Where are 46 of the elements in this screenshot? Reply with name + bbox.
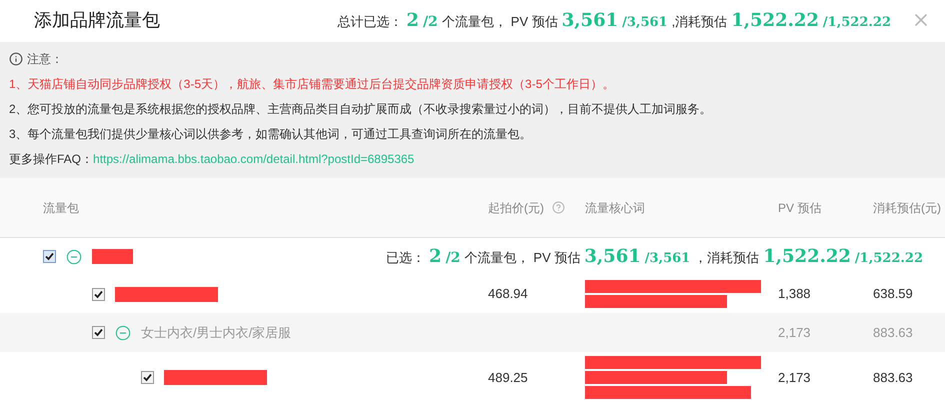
cost-cell-text: 638.59	[873, 285, 914, 304]
column-header: 流量核心词	[585, 200, 645, 216]
cost-label: ,消耗预估	[672, 12, 728, 30]
faq-link[interactable]: https://alimama.bbs.taobao.com/detail.html?postId=6895365	[93, 150, 414, 168]
column-header: 流量包	[43, 200, 79, 216]
checkbox[interactable]	[92, 288, 105, 300]
cost-cell-text: 883.63	[873, 324, 914, 342]
pv-total: /3,561	[644, 250, 690, 268]
column-header: 起拍价(元)	[488, 200, 544, 216]
cost-total: /1,522.22	[822, 14, 891, 32]
checkbox[interactable]	[141, 371, 154, 384]
pv-cell-text: 2,173	[778, 324, 812, 342]
cost-cell-text: 883.63	[873, 368, 914, 387]
summary-label: 已选：	[386, 249, 426, 267]
total-count: /2	[422, 12, 438, 32]
notice-line: 3、每个流量包我们提供少量核心词以供参考，如需确认其他词，可通过工具查询词所在的流量包。	[9, 126, 533, 143]
notice-line: 1、天猫店铺自动同步品牌授权（3-5天），航旅、集市店铺需要通过后台提交品牌资质申请授权（3-5个工作日）。	[9, 76, 616, 93]
notice-title: 注意：	[27, 51, 63, 68]
pv-cell-text: 1,388	[778, 285, 812, 304]
dialog-title: 添加品牌流量包	[34, 8, 160, 32]
total-count: /2	[446, 249, 460, 268]
selected-count: 2	[406, 8, 419, 32]
column-header: 消耗预估(元)	[873, 200, 941, 216]
pv-label: PV 预估	[510, 12, 558, 30]
price-cell-text: 489.25	[488, 368, 529, 387]
pv-cell-text: 2,173	[778, 368, 812, 387]
unit-label: 个流量包，	[442, 12, 507, 30]
cost-value: 1,522.22	[731, 8, 819, 32]
faq-label: 更多操作FAQ：	[9, 151, 94, 168]
selected-count: 2	[429, 245, 442, 269]
checkbox[interactable]	[92, 326, 105, 339]
pv-total: /3,561	[622, 14, 668, 32]
cost-value: 1,522.22	[763, 245, 851, 269]
pv-label: PV 预估	[533, 249, 580, 267]
checkbox[interactable]	[43, 250, 56, 263]
column-header: PV 预估	[778, 200, 822, 216]
pv-value: 3,561	[562, 8, 618, 32]
cost-total: /1,522.22	[854, 250, 923, 268]
summary-label: 总计已选：	[337, 12, 402, 30]
notice-line: 2、您可投放的流量包是系统根据您的授权品牌、主营商品类目自动扩展而成（不收录搜索量过小的词），目前不提供人工加词服务。	[9, 101, 713, 118]
pv-value: 3,561	[584, 245, 641, 269]
category-name: 女士内衣/男士内衣/家居服	[141, 324, 292, 342]
cost-label: ，消耗预估	[694, 249, 760, 267]
info-icon	[9, 52, 23, 66]
price-cell-text: 468.94	[488, 285, 529, 304]
unit-label: 个流量包，	[464, 249, 530, 267]
